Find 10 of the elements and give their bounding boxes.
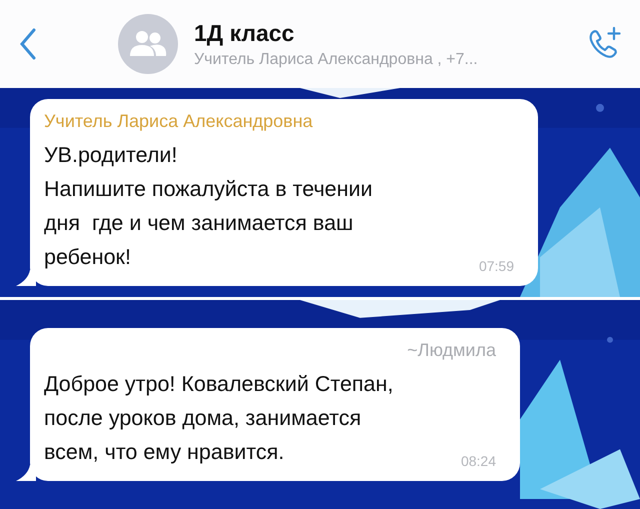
message-time: 08:24 <box>460 453 496 469</box>
message-text: УВ.родители! Напишите пожалуйста в течении дня где и чем занимается ваш ребенок! <box>44 142 373 271</box>
chat-title: 1Д класс <box>194 20 294 46</box>
group-icon <box>128 29 168 59</box>
chat-members: Учитель Лариса Александровна , +7... <box>194 50 478 68</box>
message-time: 07:59 <box>478 258 514 274</box>
back-icon[interactable] <box>18 27 38 61</box>
message-text: Доброе утро! Ковалевский Степан, после уроков дома, занимается всем, что ему нравится. <box>44 371 394 466</box>
sender-name: Учитель Лариса Александровна <box>44 111 313 132</box>
sender-name: ~Людмила <box>407 340 496 361</box>
